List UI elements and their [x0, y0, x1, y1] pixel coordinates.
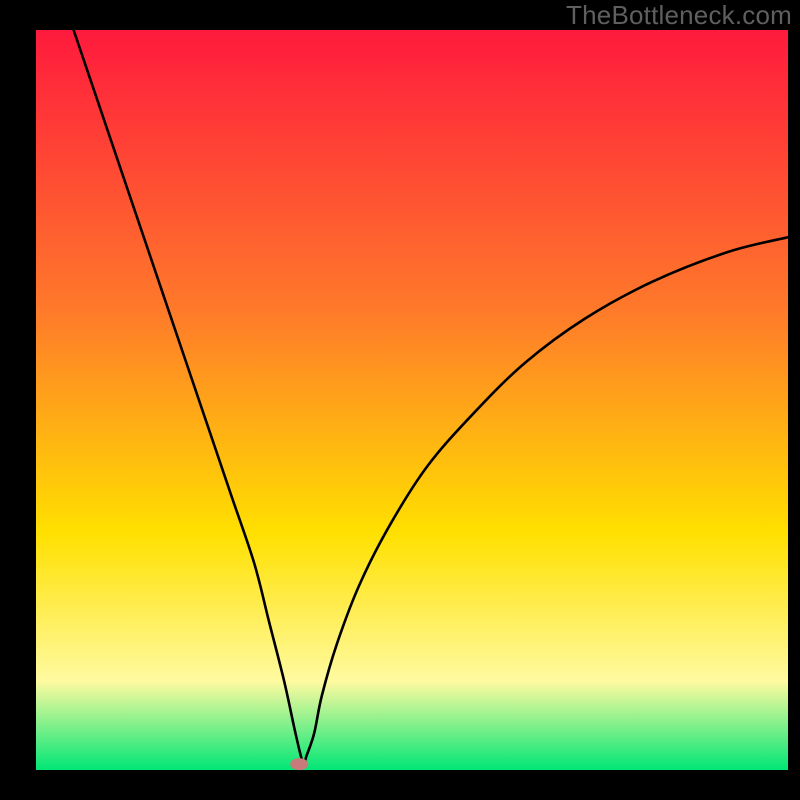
chart-container: { "watermark": "TheBottleneck.com", "cha… — [0, 0, 800, 800]
watermark-text: TheBottleneck.com — [566, 0, 792, 31]
optimal-point-marker — [290, 758, 308, 770]
chart-svg — [0, 0, 800, 800]
plot-background — [36, 30, 788, 770]
